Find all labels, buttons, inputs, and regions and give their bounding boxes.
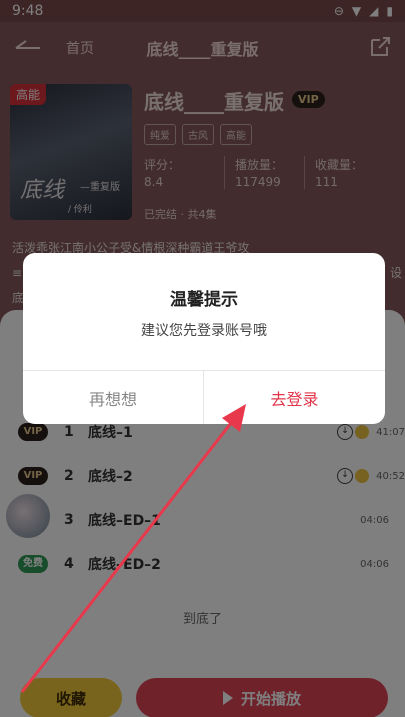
login-prompt-dialog: 温馨提示 建议您先登录账号哦 再想想 去登录 [23, 253, 385, 424]
cancel-button[interactable]: 再想想 [23, 371, 203, 424]
login-button[interactable]: 去登录 [204, 371, 385, 424]
dialog-title: 温馨提示 [170, 290, 238, 310]
dialog-message: 建议您先登录账号哦 [141, 323, 267, 339]
